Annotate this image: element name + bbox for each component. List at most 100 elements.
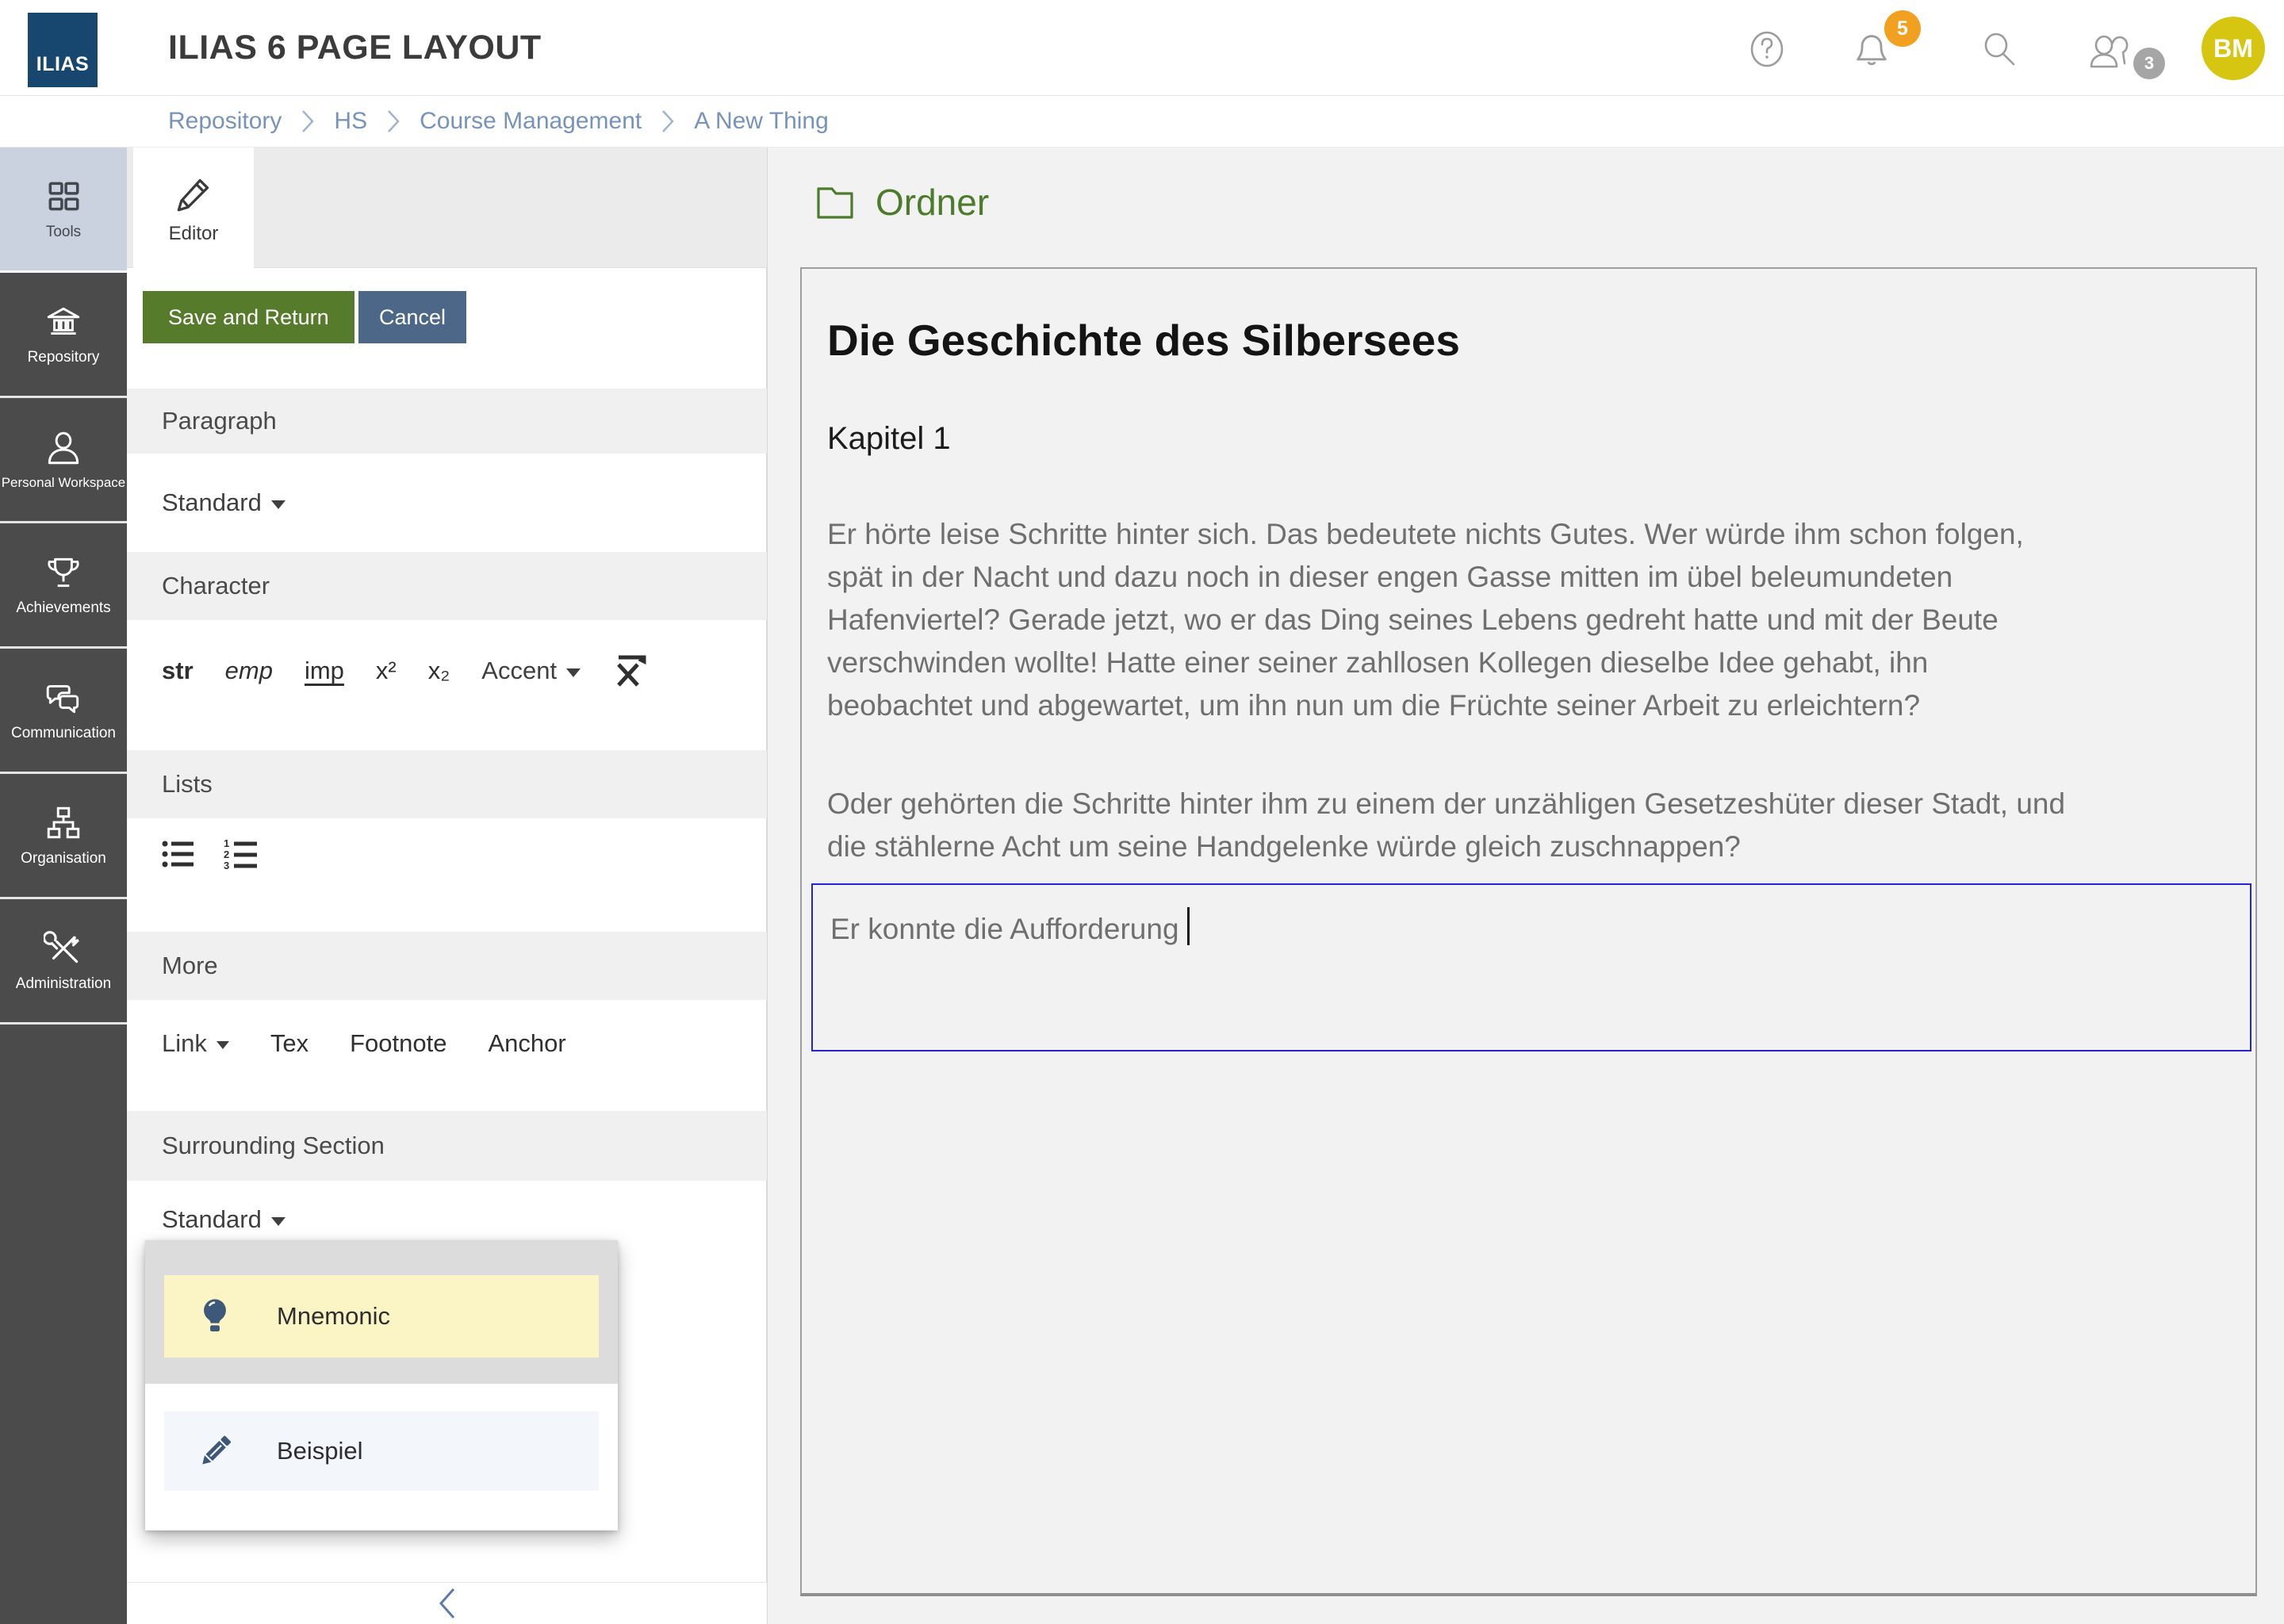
main-sidebar: Tools Repository Personal Workspace (0, 147, 127, 1624)
collapse-panel-button[interactable] (127, 1582, 767, 1624)
surrounding-style-value: Standard (162, 1205, 262, 1234)
sidebar-item-personal-workspace[interactable]: Personal Workspace (0, 398, 127, 523)
footnote-button[interactable]: Footnote (350, 1029, 446, 1058)
numbered-list-icon[interactable]: 1 2 3 (224, 838, 259, 870)
user-avatar[interactable]: BM (2202, 17, 2265, 80)
app-title: ILIAS 6 PAGE LAYOUT (168, 0, 542, 95)
sidebar-item-label: Tools (46, 224, 81, 241)
pencil-filled-icon (194, 1431, 236, 1472)
contacts-icon[interactable] (2086, 30, 2133, 71)
section-header-character: Character (127, 552, 767, 620)
chevron-down-icon (217, 1041, 229, 1049)
chevron-down-icon (566, 668, 581, 677)
svg-text:2: 2 (224, 848, 229, 860)
chevron-left-icon (437, 1587, 458, 1620)
top-header: ILIAS ILIAS 6 PAGE LAYOUT 5 (0, 0, 2284, 95)
breadcrumb-separator-icon (301, 107, 315, 136)
paragraph-style-value: Standard (162, 488, 262, 517)
breadcrumb-separator-icon (661, 107, 675, 136)
lists-tools-row: 1 2 3 (127, 818, 767, 890)
menu-item-beispiel[interactable]: Beispiel (164, 1411, 599, 1491)
svg-text:1: 1 (224, 838, 229, 849)
text-cursor (1187, 907, 1190, 945)
org-chart-icon (44, 803, 83, 843)
sidebar-item-label: Personal Workspace (2, 475, 126, 491)
chat-bubbles-icon (44, 678, 83, 718)
chevron-down-icon (271, 500, 286, 509)
object-header: Ordner (815, 181, 989, 224)
emphasis-button[interactable]: emp (225, 657, 273, 685)
lightbulb-icon (194, 1296, 236, 1337)
strong-button[interactable]: str (162, 657, 194, 685)
active-paragraph-editor[interactable]: Er konnte die Aufforderung (811, 883, 2251, 1051)
help-icon[interactable] (1748, 30, 1786, 68)
subscript-button[interactable]: x₂ (428, 657, 450, 685)
sidebar-item-label: Organisation (21, 850, 106, 868)
folder-icon (815, 184, 855, 220)
section-header-more: More (127, 932, 767, 1000)
sidebar-item-label: Achievements (16, 599, 110, 617)
document-subheading[interactable]: Kapitel 1 (827, 421, 951, 457)
surrounding-style-dropdown[interactable]: Standard (162, 1205, 286, 1234)
notifications-badge: 5 (1884, 10, 1921, 47)
svg-text:3: 3 (224, 860, 229, 870)
menu-item-label: Beispiel (277, 1437, 363, 1465)
breadcrumb-repository[interactable]: Repository (168, 108, 282, 135)
link-label: Link (162, 1029, 207, 1058)
menu-item-mnemonic[interactable]: Mnemonic (164, 1275, 599, 1358)
tex-button[interactable]: Tex (270, 1029, 308, 1058)
bank-icon (44, 302, 83, 342)
important-button[interactable]: imp (305, 657, 344, 685)
breadcrumb-hs[interactable]: HS (334, 108, 367, 135)
style-menu-highlight-group: Mnemonic (145, 1240, 618, 1384)
sidebar-item-organisation[interactable]: Organisation (0, 774, 127, 899)
trophy-icon (44, 553, 83, 592)
ilias-page-editor: ILIAS ILIAS 6 PAGE LAYOUT 5 (0, 0, 2284, 1624)
accent-label: Accent (481, 657, 557, 685)
object-title: Ordner (876, 181, 989, 224)
bullet-list-icon[interactable] (162, 839, 195, 869)
cancel-button[interactable]: Cancel (358, 291, 466, 343)
paragraph-style-dropdown[interactable]: Standard (162, 488, 286, 517)
breadcrumb: Repository HS Course Management A New Th… (0, 95, 2284, 147)
breadcrumb-a-new-thing[interactable]: A New Thing (694, 108, 829, 135)
sidebar-item-label: Repository (28, 349, 100, 366)
editing-text: Er konnte die Aufforderung (830, 913, 1179, 945)
paragraph-block-1[interactable]: Er hörte leise Schritte hinter sich. Das… (827, 513, 2247, 727)
remove-format-icon[interactable] (612, 653, 647, 688)
style-dropdown-menu: Mnemonic Beispiel (145, 1240, 618, 1530)
grid-icon (44, 177, 83, 216)
tools-cross-icon (44, 929, 83, 968)
sidebar-item-communication[interactable]: Communication (0, 649, 127, 774)
person-icon (44, 428, 83, 468)
section-header-lists: Lists (127, 750, 767, 818)
page-content-area: Ordner Die Geschichte des Silbersees Kap… (767, 147, 2284, 1624)
superscript-button[interactable]: x² (376, 657, 397, 685)
pencil-icon (171, 172, 216, 216)
tab-editor[interactable]: Editor (133, 147, 254, 269)
character-tools-row: str emp imp x² x₂ Accent (127, 620, 767, 722)
paragraph-style-row: Standard (127, 454, 767, 552)
sidebar-item-administration[interactable]: Administration (0, 899, 127, 1025)
menu-item-label: Mnemonic (277, 1302, 390, 1331)
sidebar-item-label: Administration (16, 975, 111, 993)
paragraph-block-2[interactable]: Oder gehörten die Schritte hinter ihm zu… (827, 783, 2247, 868)
style-menu-group: Beispiel (145, 1384, 618, 1530)
anchor-button[interactable]: Anchor (489, 1029, 566, 1058)
tab-editor-label: Editor (169, 223, 219, 245)
section-header-paragraph: Paragraph (127, 389, 767, 454)
more-tools-row: Link Tex Footnote Anchor (127, 1000, 767, 1087)
page-editor-canvas: Die Geschichte des Silbersees Kapitel 1 … (800, 267, 2257, 1596)
link-dropdown[interactable]: Link (162, 1029, 229, 1058)
save-and-return-button[interactable]: Save and Return (143, 291, 354, 343)
accent-dropdown[interactable]: Accent (481, 657, 581, 685)
ilias-logo[interactable]: ILIAS (28, 13, 98, 87)
editor-panel: Editor Save and Return Cancel Paragraph … (127, 147, 767, 1624)
document-heading[interactable]: Die Geschichte des Silbersees (827, 315, 1460, 366)
sidebar-item-achievements[interactable]: Achievements (0, 523, 127, 649)
sidebar-item-tools[interactable]: Tools (0, 147, 127, 273)
search-icon[interactable] (1981, 30, 2019, 68)
breadcrumb-course-management[interactable]: Course Management (420, 108, 642, 135)
sidebar-item-repository[interactable]: Repository (0, 273, 127, 398)
surrounding-style-row: Standard (127, 1192, 767, 1247)
